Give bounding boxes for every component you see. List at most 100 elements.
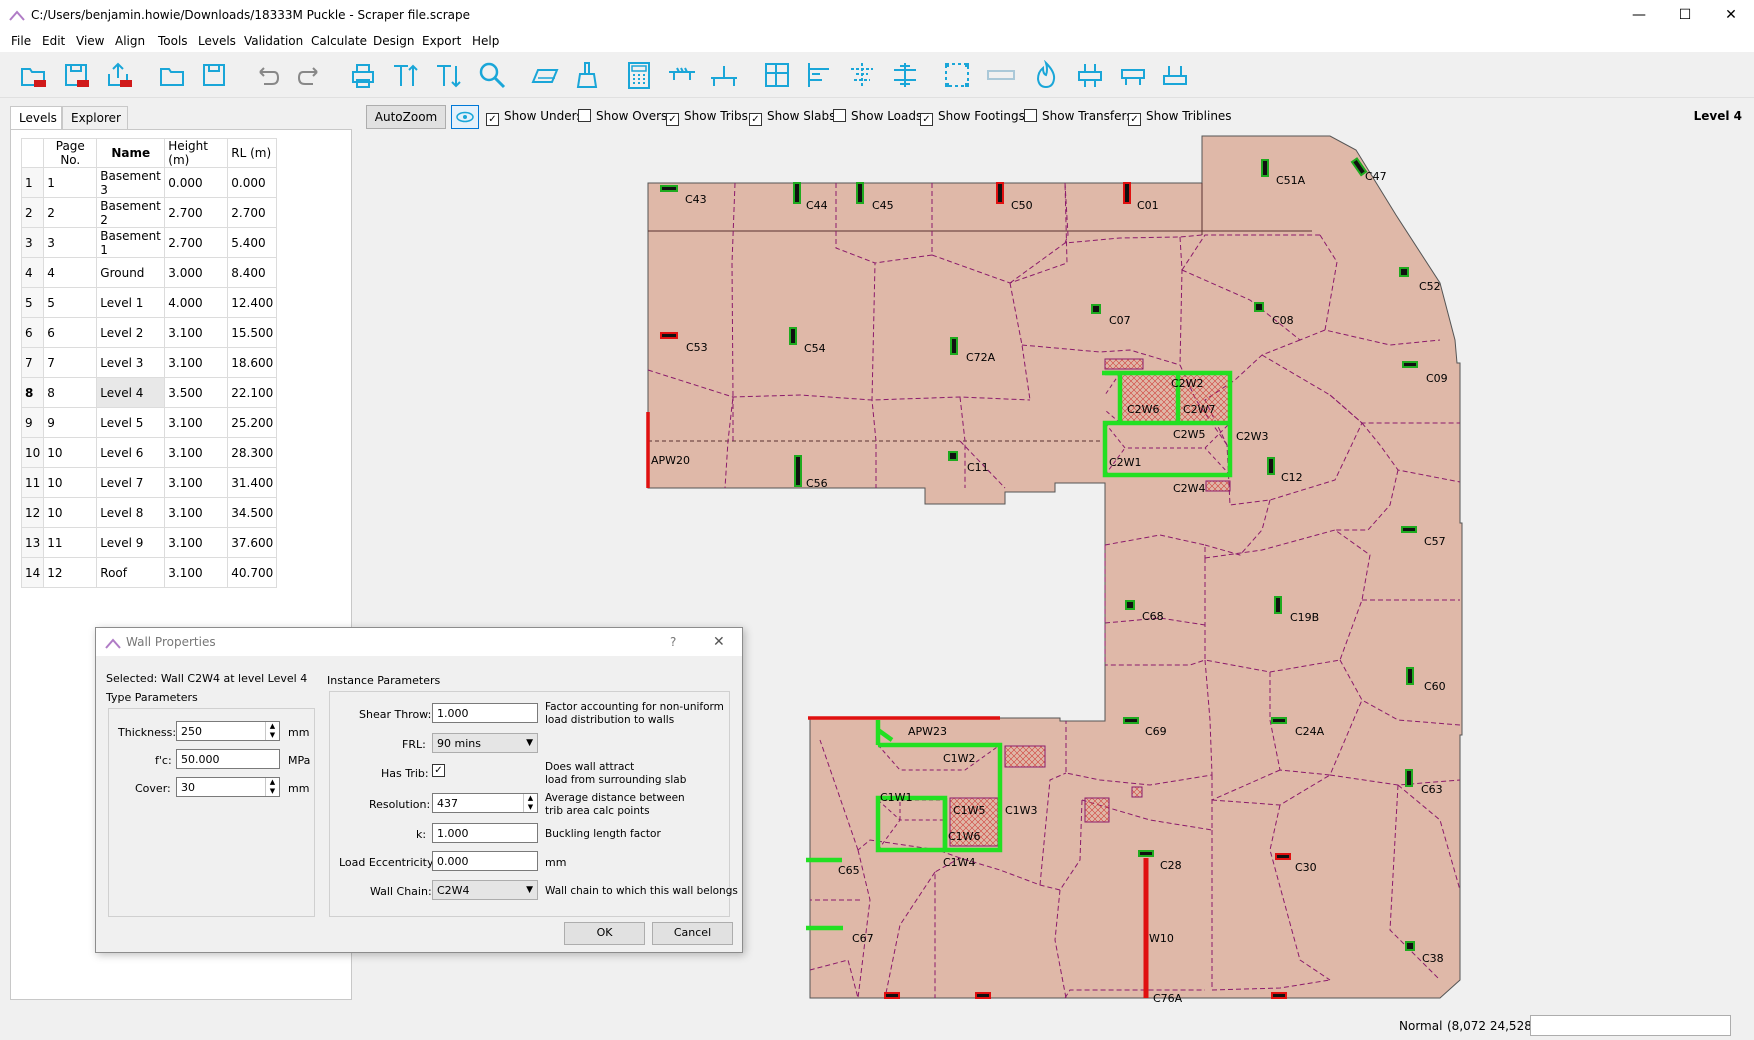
load-ecc-unit: mm (545, 856, 567, 869)
shear-throw-field[interactable]: 1.000 (432, 703, 538, 723)
thickness-spin-arrows[interactable]: ▲ ▼ (265, 722, 279, 740)
core2-wall-label[interactable]: C2W7 (1183, 403, 1216, 416)
selected-wall-text: Selected: Wall C2W4 at level Level 4 (106, 672, 308, 685)
core1-wall-label[interactable]: C1W4 (943, 856, 976, 869)
column-marker[interactable] (789, 327, 797, 345)
column-label[interactable]: C51A (1276, 174, 1306, 187)
column-label[interactable]: C24A (1295, 725, 1325, 738)
thickness-spinbox[interactable]: 250 ▲ ▼ (176, 721, 280, 741)
column-marker[interactable] (1271, 717, 1287, 724)
column-marker[interactable] (996, 182, 1004, 204)
wall-chain-dropdown[interactable]: C2W4 ▼ (432, 880, 538, 900)
column-marker[interactable] (950, 337, 958, 355)
resolution-spin-arrows[interactable]: ▲ ▼ (523, 794, 537, 812)
column-label[interactable]: APW20 (651, 454, 690, 467)
core2-wall-label[interactable]: C2W4 (1173, 482, 1206, 495)
column-label[interactable]: C01 (1137, 199, 1159, 212)
column-label[interactable]: C53 (686, 341, 708, 354)
shear-throw-desc-1: Factor accounting for non-uniform (545, 701, 724, 713)
column-label[interactable]: C52 (1419, 280, 1441, 293)
column-marker[interactable] (1254, 302, 1264, 312)
column-marker[interactable] (975, 992, 991, 999)
column-label[interactable]: C08 (1272, 314, 1294, 327)
column-label[interactable]: C76A (1153, 992, 1183, 1005)
column-label[interactable]: C69 (1145, 725, 1167, 738)
k-field[interactable]: 1.000 (432, 823, 538, 843)
column-label[interactable]: C65 (838, 864, 860, 877)
column-label[interactable]: C47 (1365, 170, 1387, 183)
column-label[interactable]: C11 (967, 461, 989, 474)
load-ecc-label: Load Eccentricity: (339, 856, 437, 869)
column-label[interactable]: C07 (1109, 314, 1131, 327)
column-label[interactable]: C44 (806, 199, 828, 212)
has-trib-checkbox[interactable]: ✓ (432, 764, 445, 777)
column-marker[interactable] (1406, 667, 1414, 685)
column-label[interactable]: C28 (1160, 859, 1182, 872)
core2-wall-label[interactable]: C2W5 (1173, 428, 1206, 441)
core2-wall-label[interactable]: C2W1 (1109, 456, 1142, 469)
cancel-button[interactable]: Cancel (652, 922, 733, 945)
column-marker[interactable] (1405, 941, 1415, 951)
core1-wall-label[interactable]: C1W2 (943, 752, 976, 765)
column-marker[interactable] (948, 451, 958, 461)
column-label[interactable]: C12 (1281, 471, 1303, 484)
dialog-close-button[interactable]: ✕ (713, 634, 725, 650)
column-marker[interactable] (1275, 853, 1291, 860)
column-label[interactable]: C57 (1424, 535, 1446, 548)
column-label[interactable]: C43 (685, 193, 707, 206)
column-label[interactable]: C54 (804, 342, 826, 355)
resolution-spinbox[interactable]: 437 ▲ ▼ (432, 793, 538, 813)
column-marker[interactable] (660, 185, 678, 192)
column-marker[interactable] (1274, 596, 1282, 614)
column-label[interactable]: C50 (1011, 199, 1033, 212)
column-label[interactable]: C56 (806, 477, 828, 490)
load-ecc-field[interactable]: 0.000 (432, 851, 538, 871)
column-marker[interactable] (1271, 992, 1287, 999)
column-marker[interactable] (1091, 304, 1101, 314)
core2-wall-label[interactable]: C2W6 (1127, 403, 1160, 416)
column-label[interactable]: C30 (1295, 861, 1317, 874)
column-marker[interactable] (1401, 526, 1417, 533)
column-label[interactable]: C67 (852, 932, 874, 945)
column-marker[interactable] (660, 332, 678, 339)
column-label[interactable]: C68 (1142, 610, 1164, 623)
ok-button[interactable]: OK (564, 922, 645, 945)
column-marker[interactable] (1138, 850, 1154, 857)
column-label[interactable]: C63 (1421, 783, 1443, 796)
column-marker[interactable] (1405, 769, 1413, 787)
column-marker[interactable] (1399, 267, 1409, 277)
column-marker[interactable] (794, 455, 802, 487)
cover-spin-arrows[interactable]: ▲ ▼ (265, 778, 279, 796)
column-marker[interactable] (856, 182, 864, 204)
frl-label: FRL: (402, 738, 426, 751)
core2-wall-label[interactable]: C2W2 (1171, 377, 1204, 390)
column-label[interactable]: APW23 (908, 725, 947, 738)
column-label[interactable]: C45 (872, 199, 894, 212)
column-marker[interactable] (1261, 159, 1269, 177)
core1-wall-label[interactable]: C1W5 (953, 804, 986, 817)
dialog-help-button[interactable]: ? (670, 635, 676, 649)
column-marker[interactable] (1125, 600, 1135, 610)
column-label[interactable]: C38 (1422, 952, 1444, 965)
cover-spinbox[interactable]: 30 ▲ ▼ (176, 777, 280, 797)
fc-field[interactable]: 50.000 (176, 749, 280, 769)
column-label[interactable]: C60 (1424, 680, 1446, 693)
column-label[interactable]: C19B (1290, 611, 1319, 624)
column-label[interactable]: W10 (1149, 932, 1174, 945)
k-desc: Buckling length factor (545, 828, 661, 840)
frl-dropdown[interactable]: 90 mins ▼ (432, 733, 538, 753)
core1-wall-label[interactable]: C1W3 (1005, 804, 1038, 817)
column-marker[interactable] (1123, 717, 1139, 724)
column-marker[interactable] (1402, 361, 1418, 368)
column-label[interactable]: C72A (966, 351, 996, 364)
core1-wall-label[interactable]: C1W6 (948, 830, 981, 843)
column-marker[interactable] (884, 992, 900, 999)
column-marker[interactable] (1123, 182, 1131, 204)
core1-wall-label[interactable]: C1W1 (880, 791, 913, 804)
column-marker[interactable] (1267, 457, 1275, 475)
status-input[interactable] (1530, 1015, 1731, 1036)
column-label[interactable]: C09 (1426, 372, 1448, 385)
core2-wall-label[interactable]: C2W3 (1236, 430, 1269, 443)
column-marker[interactable] (793, 182, 801, 204)
type-params-header: Type Parameters (106, 691, 198, 704)
